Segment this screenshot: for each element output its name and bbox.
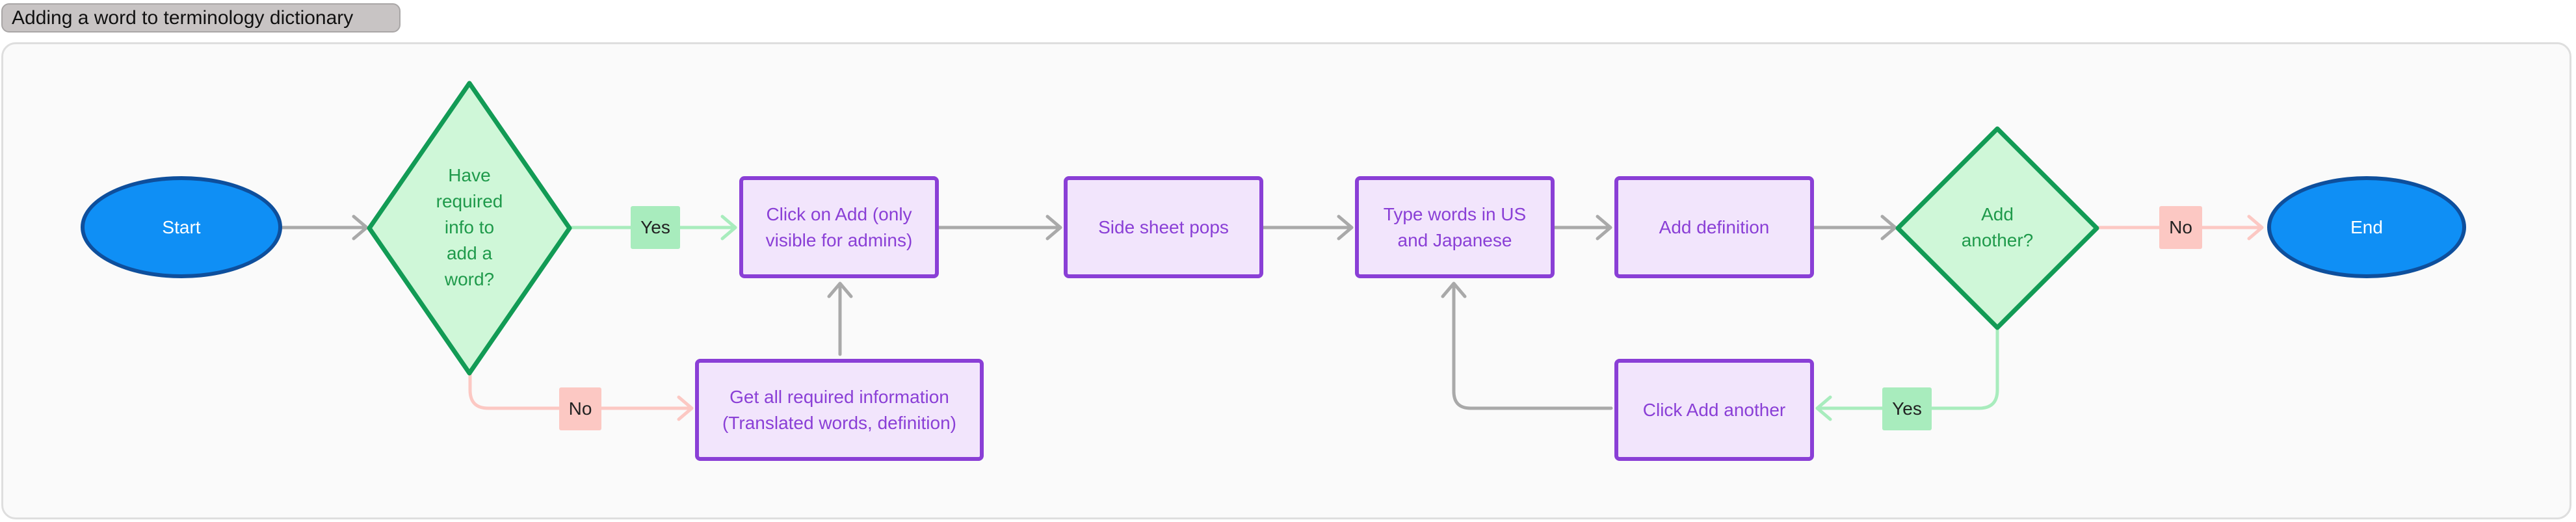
- node-line: Click on Add (only: [766, 203, 912, 224]
- edge-click-add-to-side-sheet: [937, 215, 1062, 241]
- decision-line: required: [436, 191, 503, 211]
- start-node: Start: [81, 176, 282, 278]
- decision-line: Add: [1981, 204, 2014, 224]
- edge-start-to-decision: [280, 215, 369, 241]
- end-label: End: [2350, 216, 2383, 237]
- end-node: End: [2267, 176, 2466, 278]
- type-words-node: Type words in US and Japanese: [1355, 176, 1555, 278]
- diagram-canvas: [280, 81, 2264, 421]
- click-add-node: Click on Add (only visible for admins): [739, 176, 939, 278]
- decision-line: info to: [444, 217, 495, 237]
- node-line: and Japanese: [1397, 229, 1512, 250]
- add-definition-node: Add definition: [1614, 176, 1814, 278]
- edge-click-another-to-type-words: [1441, 281, 1613, 410]
- decision-required-info: Have required info to add a word?: [403, 159, 536, 296]
- node-line: Type words in US: [1383, 203, 1527, 224]
- node-line: Side sheet pops: [1098, 216, 1229, 237]
- node-line: visible for admins): [765, 229, 913, 250]
- decision-line: word?: [444, 269, 495, 289]
- edge-type-words-to-definition: [1553, 215, 1612, 241]
- decision-line: Have: [448, 165, 491, 185]
- decision-add-another: Add another?: [1932, 195, 2062, 260]
- edge-side-sheet-to-type-words: [1261, 215, 1354, 241]
- get-info-node: Get all required information (Translated…: [695, 359, 984, 461]
- decision-line: another?: [1961, 230, 2034, 250]
- start-label: Start: [162, 216, 201, 237]
- edge-label-no: No: [559, 387, 601, 430]
- side-sheet-node: Side sheet pops: [1064, 176, 1263, 278]
- edge-definition-to-decision: [1812, 215, 1897, 241]
- click-add-another-node: Click Add another: [1614, 359, 1814, 461]
- edge-get-info-to-click-add: [827, 281, 853, 356]
- decision-line: add a: [446, 243, 493, 263]
- edge-label-no: No: [2159, 206, 2202, 249]
- node-line: Click Add another: [1642, 399, 1786, 420]
- edge-label-yes: Yes: [1882, 387, 1932, 430]
- node-line: Get all required information: [729, 386, 949, 407]
- node-line: (Translated words, definition): [722, 412, 956, 433]
- node-line: Add definition: [1659, 216, 1770, 237]
- edge-label-yes: Yes: [631, 206, 680, 249]
